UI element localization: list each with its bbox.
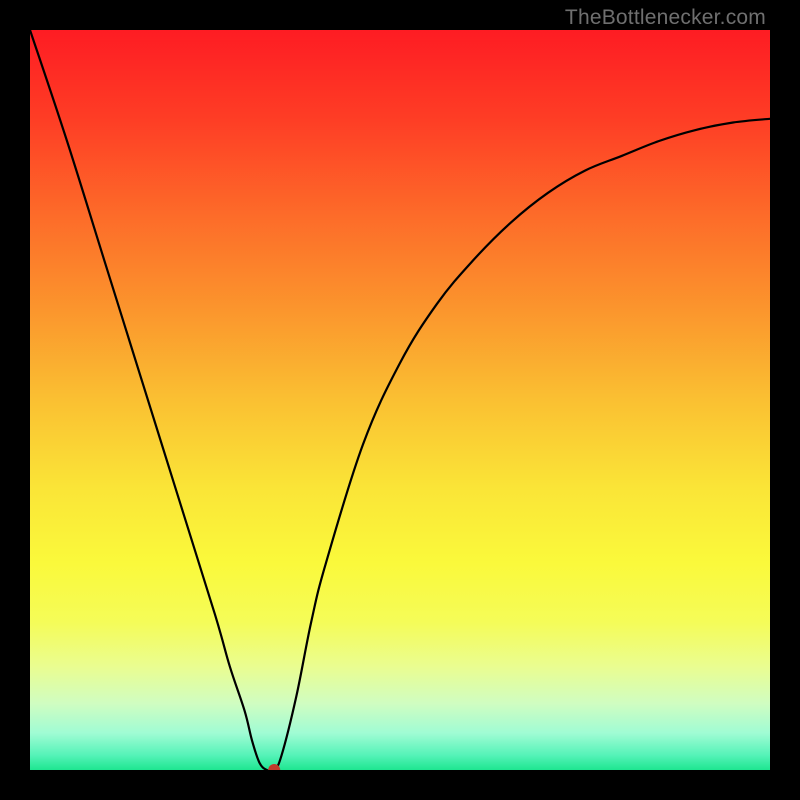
bottleneck-curve — [30, 30, 770, 770]
watermark-text: TheBottlenecker.com — [565, 6, 766, 30]
curve-line — [30, 30, 770, 770]
plot-area — [30, 30, 770, 770]
chart-frame: TheBottlenecker.com — [0, 0, 800, 800]
